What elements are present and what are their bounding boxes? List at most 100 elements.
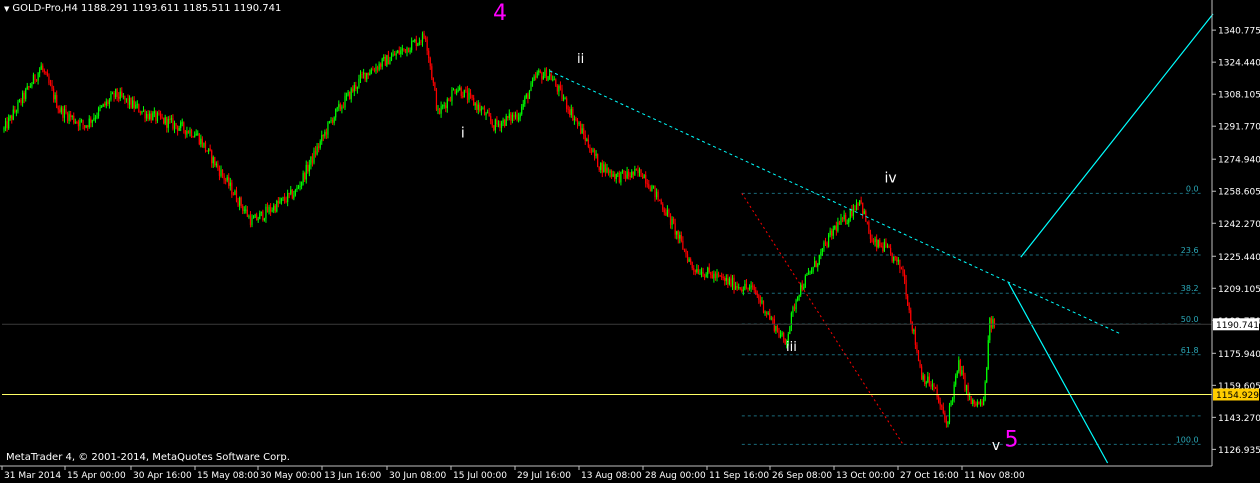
candle-body <box>829 230 831 236</box>
candle-body <box>925 382 927 384</box>
candle-body <box>175 123 177 127</box>
candle-body <box>445 105 447 109</box>
candle-body <box>759 299 761 303</box>
candle-body <box>795 300 797 310</box>
candle-body <box>514 114 517 118</box>
candle-body <box>239 197 241 206</box>
candle-body <box>304 173 306 180</box>
price-chart[interactable]: 0.023.638.250.061.8100.0 4iiiiiiivv 5 134… <box>0 0 1260 483</box>
candle-body <box>603 164 605 173</box>
candle-body <box>714 273 717 278</box>
candle-body <box>74 121 76 123</box>
candle-body <box>872 241 875 243</box>
candle-body <box>555 79 557 86</box>
candle-body <box>26 86 28 90</box>
x-tick-label: 31 Mar 2014 <box>4 471 61 481</box>
candle-body <box>468 92 470 100</box>
candle-body <box>487 112 489 114</box>
candle-body <box>513 114 515 118</box>
candle-body <box>508 113 510 118</box>
candle-body <box>745 283 748 288</box>
candle-body <box>91 120 93 123</box>
candle-body <box>390 56 393 61</box>
candle-body <box>806 274 808 276</box>
candle-body <box>652 185 655 187</box>
candle-body <box>332 120 334 123</box>
candle-body <box>229 182 231 186</box>
candle-body <box>435 90 438 110</box>
candle-body <box>716 273 718 278</box>
candle-body <box>256 214 258 221</box>
candle-body <box>110 94 112 100</box>
collapse-triangle-icon[interactable]: ▼ <box>4 5 9 13</box>
fibonacci-levels: 0.0 23.6 38.2 50.0 61.8 100.0 <box>741 184 1201 445</box>
candle-body <box>924 375 926 384</box>
axes: 1340.775 1324.440 1308.105 1291.770 1274.940… <box>0 0 1260 481</box>
candle-body <box>400 50 402 55</box>
candle-body <box>240 197 242 207</box>
candle-body <box>406 47 408 53</box>
candle-body <box>451 90 453 102</box>
candle-body <box>124 95 126 100</box>
candle-body <box>536 72 538 78</box>
candle-body <box>564 98 566 100</box>
candle-body <box>680 234 682 241</box>
candle-body <box>570 108 572 116</box>
candle-body <box>423 33 425 38</box>
candle-body <box>525 94 527 98</box>
candle-body <box>505 116 507 126</box>
candle-body <box>242 206 244 211</box>
candle-body <box>989 318 991 341</box>
candle-body <box>933 384 935 387</box>
chart-symbol-ohlc: GOLD-Pro,H4 1188.291 1193.611 1185.511 1… <box>12 3 282 14</box>
candle-body <box>804 275 806 287</box>
candle-body <box>840 217 842 225</box>
candle-body <box>127 98 129 105</box>
candle-body <box>301 182 303 186</box>
candle-body <box>200 138 202 145</box>
candle-body <box>990 318 992 328</box>
candle-body <box>882 246 884 252</box>
candle-body <box>699 273 701 275</box>
candle-body <box>883 241 885 252</box>
candle-body <box>352 88 354 92</box>
candle-body <box>593 149 596 156</box>
candle-body <box>561 88 563 99</box>
candle-body <box>612 174 614 177</box>
candle-body <box>578 123 580 125</box>
candle-body <box>491 121 493 126</box>
candle-body <box>367 72 369 76</box>
candle-body <box>54 95 56 100</box>
candle-body <box>73 115 75 123</box>
candle-body <box>721 276 723 278</box>
candle-body <box>683 249 686 251</box>
candle-body <box>544 69 546 77</box>
candle-body <box>443 105 445 107</box>
candle-body <box>846 223 848 224</box>
candle-body <box>195 133 197 136</box>
candle-body <box>414 39 416 42</box>
candle-body <box>953 384 955 399</box>
channel-line <box>1020 13 1214 258</box>
fib-diagonal-line <box>741 193 904 445</box>
candle-body <box>592 149 594 153</box>
candle-body <box>243 209 245 211</box>
candle-body <box>48 76 50 84</box>
candle-body <box>891 253 893 262</box>
candle-body <box>756 293 758 296</box>
x-tick-label: 13 Aug 08:00 <box>581 471 642 481</box>
candle-body <box>885 241 887 247</box>
candle-body <box>496 119 498 124</box>
candle-body <box>460 87 462 96</box>
candle-body <box>490 116 492 122</box>
candle-body <box>651 186 653 192</box>
candle-body <box>231 182 233 195</box>
candle-body <box>500 122 503 128</box>
candle-body <box>403 48 405 50</box>
candle-body <box>623 170 625 175</box>
candle-body <box>155 111 157 121</box>
candle-body <box>330 120 332 122</box>
candle-body <box>888 246 890 248</box>
candle-body <box>972 399 974 404</box>
candle-body <box>533 76 535 81</box>
